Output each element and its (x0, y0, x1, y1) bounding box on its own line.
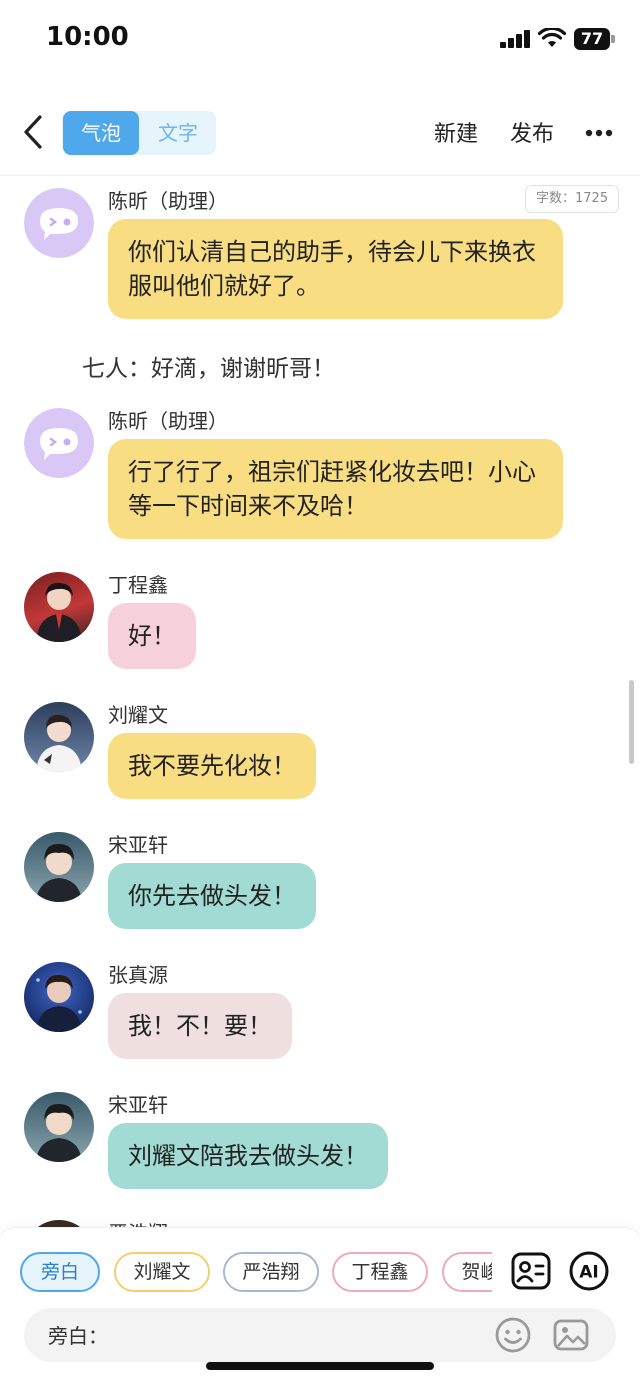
status-bar: 10:00 77 (0, 0, 640, 80)
battery-level: 77 (580, 29, 604, 48)
status-time: 10:00 (46, 22, 129, 52)
role-card-icon[interactable] (510, 1250, 552, 1292)
sender-name: 宋亚轩 (108, 1093, 168, 1117)
person-photo-icon (36, 714, 82, 772)
avatar[interactable] (24, 1220, 94, 1227)
sender-name: 严浩翔 (108, 1217, 168, 1227)
avatar[interactable] (24, 702, 94, 772)
sender-name: 陈昕（助理） (108, 409, 228, 433)
image-icon[interactable] (552, 1316, 590, 1354)
message-bubble[interactable]: 你们认清自己的助手，待会儿下来换衣服叫他们就好了。 (108, 219, 563, 319)
person-photo-icon (36, 974, 82, 1032)
chat-bubble-icon (24, 188, 94, 258)
back-icon[interactable] (18, 114, 48, 150)
role-chips: 旁白 刘耀文 严浩翔 丁程鑫 贺峻霖 (20, 1252, 492, 1294)
person-photo-icon (36, 582, 82, 642)
scrollbar[interactable] (629, 680, 634, 764)
input-role-label: 旁白： (48, 1324, 108, 1348)
svg-text:AI: AI (579, 1263, 598, 1283)
input-panel: 旁白 刘耀文 严浩翔 丁程鑫 贺峻霖 AI 旁白： (0, 1227, 640, 1386)
message-bubble[interactable]: 好！ (108, 603, 196, 669)
message-bubble[interactable]: 你先去做头发！ (108, 863, 316, 929)
person-photo-icon (36, 1103, 82, 1162)
ai-icon[interactable]: AI (568, 1250, 610, 1292)
mode-toggle: 气泡 文字 (62, 111, 216, 155)
sender-name: 陈昕（助理） (108, 189, 228, 213)
avatar[interactable] (24, 408, 94, 478)
word-count-badge: 字数：1725 (525, 185, 620, 213)
chat-bubble-icon (24, 408, 94, 478)
role-chip-narration[interactable]: 旁白 (20, 1252, 100, 1292)
avatar[interactable] (24, 188, 94, 258)
message-input[interactable]: 旁白： (24, 1308, 616, 1362)
sender-name: 张真源 (108, 963, 168, 987)
narration-text[interactable]: 七人：好滴，谢谢昕哥！ (82, 349, 335, 383)
sender-name: 宋亚轩 (108, 833, 168, 857)
role-chip[interactable]: 刘耀文 (114, 1252, 210, 1292)
tab-bubble[interactable]: 气泡 (63, 111, 139, 155)
chat-area[interactable]: 字数：1725 陈昕（助理） 你们认清自己的助手，待会儿下来换衣服叫他们就好了。… (0, 177, 640, 1227)
role-chip[interactable]: 丁程鑫 (332, 1252, 428, 1292)
toolbar: 气泡 文字 新建 发布 (0, 100, 640, 176)
wifi-icon (538, 28, 566, 47)
signal-icon (500, 30, 530, 48)
message-bubble[interactable]: 行了行了，祖宗们赶紧化妆去吧！小心等一下时间来不及哈！ (108, 439, 563, 539)
message-bubble[interactable]: 我！不！要！ (108, 993, 292, 1059)
new-button[interactable]: 新建 (434, 116, 478, 148)
message-bubble[interactable]: 刘耀文陪我去做头发！ (108, 1123, 388, 1189)
more-icon[interactable] (585, 128, 613, 138)
sender-name: 丁程鑫 (108, 573, 168, 597)
avatar[interactable] (24, 572, 94, 642)
emoji-icon[interactable] (494, 1316, 532, 1354)
tab-text[interactable]: 文字 (140, 111, 216, 155)
message-bubble[interactable]: 我不要先化妆！ (108, 733, 316, 799)
avatar[interactable] (24, 962, 94, 1032)
role-chip[interactable]: 贺峻霖 (442, 1252, 492, 1292)
sender-name: 刘耀文 (108, 703, 168, 727)
role-chip[interactable]: 严浩翔 (223, 1252, 319, 1292)
publish-button[interactable]: 发布 (510, 116, 554, 148)
home-indicator (206, 1362, 434, 1370)
avatar[interactable] (24, 832, 94, 902)
avatar[interactable] (24, 1092, 94, 1162)
battery-indicator: 77 (574, 28, 616, 50)
person-photo-icon (36, 843, 82, 902)
